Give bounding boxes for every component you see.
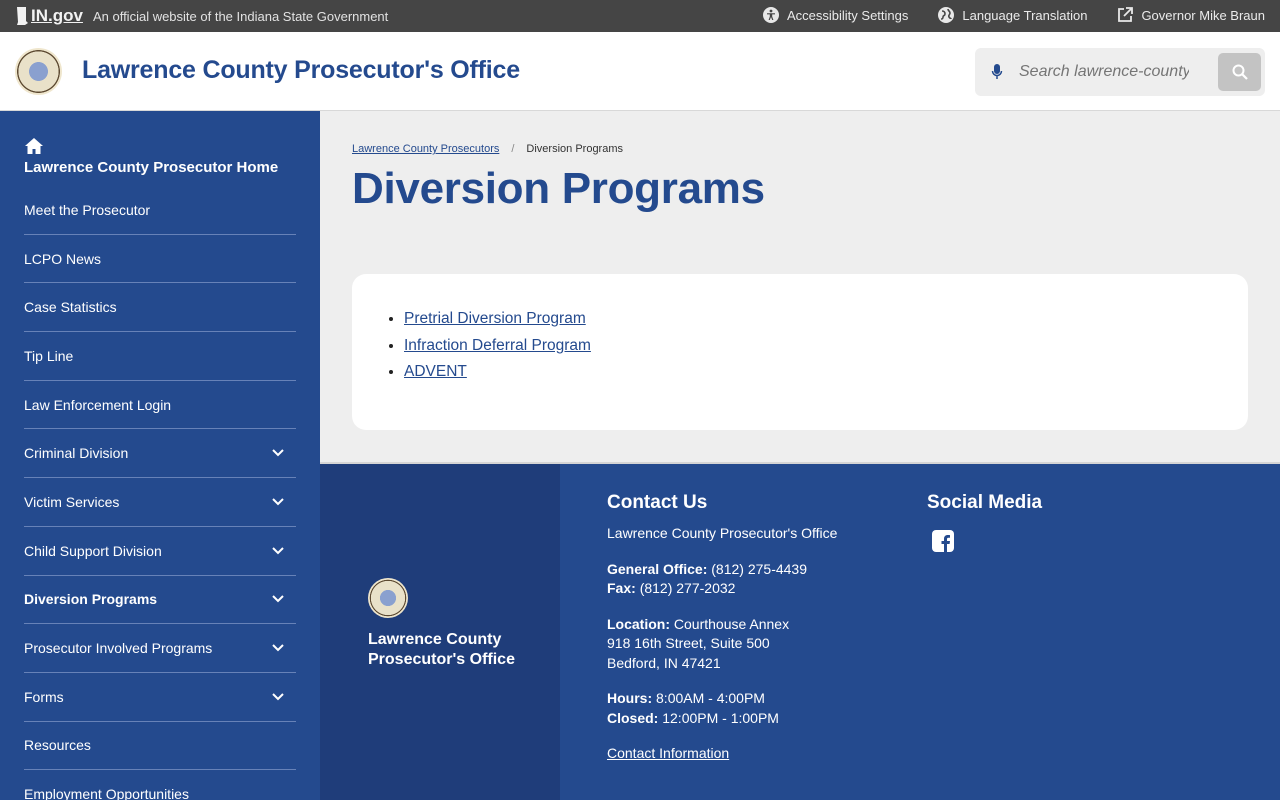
contact-details: Lawrence County Prosecutor's Office Gene… (607, 524, 837, 780)
indiana-state-icon (17, 7, 28, 25)
contact-hours: Hours: 8:00AM - 4:00PM Closed: 12:00PM -… (607, 689, 837, 728)
sidebar-item-criminal-division[interactable]: Criminal Division (24, 429, 296, 479)
site-header: Lawrence County Prosecutor's Office (0, 32, 1280, 111)
general-office-phone: (812) 275-4439 (711, 560, 808, 577)
contact-org: Lawrence County Prosecutor's Office (607, 525, 838, 541)
social-media-heading: Social Media (927, 492, 1043, 513)
hours-value: 8:00AM - 4:00PM (656, 690, 765, 706)
chevron-down-icon[interactable] (272, 449, 284, 457)
chevron-down-icon[interactable] (272, 595, 284, 603)
microphone-icon[interactable] (991, 63, 1003, 80)
sidebar-item-label: Child Support Division (24, 542, 162, 559)
closed-value: 12:00PM - 1:00PM (662, 709, 779, 726)
contact-information-link[interactable]: Contact Information (607, 745, 729, 761)
list-item: Pretrial Diversion Program (404, 306, 591, 333)
page-title: Diversion Programs (352, 164, 765, 213)
breadcrumb-separator: / (511, 143, 515, 155)
ingov-label: IN.gov (31, 6, 83, 25)
location-label: Location: (607, 615, 670, 632)
contact-phones: General Office: (812) 275-4439 Fax: (812… (607, 560, 837, 599)
general-office-label: General Office: (607, 560, 708, 577)
sidebar-item-forms[interactable]: Forms (24, 673, 296, 722)
footer-seal-logo (368, 578, 408, 618)
site-title[interactable]: Lawrence County Prosecutor's Office (82, 56, 520, 85)
sidebar-item-resources[interactable]: Resources (24, 722, 296, 771)
sidebar-item-label: Tip Line (24, 347, 74, 364)
contact-heading: Contact Us (607, 492, 708, 513)
sidebar-item-tip-line[interactable]: Tip Line (24, 332, 296, 381)
search-button[interactable] (1218, 53, 1261, 91)
state-topbar: IN.gov An official website of the Indian… (0, 0, 1280, 32)
fax-number: (812) 277-2032 (639, 580, 736, 596)
hours-label: Hours: (607, 690, 653, 706)
sidebar-home-link[interactable]: Lawrence County Prosecutor Home (24, 137, 304, 176)
sidebar-menu: Meet the Prosecutor LCPO News Case Stati… (24, 186, 296, 800)
governor-link[interactable]: Governor Mike Braun (1117, 7, 1265, 23)
accessibility-label: Accessibility Settings (787, 7, 909, 23)
sidebar-item-label: Criminal Division (24, 445, 129, 462)
language-label: Language Translation (962, 7, 1088, 23)
advent-link[interactable]: ADVENT (404, 363, 467, 380)
chevron-down-icon[interactable] (272, 644, 284, 652)
pretrial-diversion-link[interactable]: Pretrial Diversion Program (404, 310, 586, 327)
sidebar-item-law-enforcement-login[interactable]: Law Enforcement Login (24, 381, 296, 430)
topbar-links: Accessibility Settings Language Translat… (763, 7, 1265, 23)
search-input[interactable] (1019, 61, 1189, 83)
content-card: Pretrial Diversion Program Infraction De… (352, 274, 1248, 430)
sidebar-item-victim-services[interactable]: Victim Services (24, 478, 296, 527)
location-line3: Bedford, IN 47421 (607, 654, 721, 671)
program-links-list: Pretrial Diversion Program Infraction De… (404, 306, 591, 386)
external-link-icon (1118, 7, 1134, 22)
sidebar-item-label: Case Statistics (24, 299, 117, 316)
chevron-down-icon[interactable] (272, 693, 284, 701)
sidebar-item-label: Meet the Prosecutor (24, 201, 151, 218)
search-bar (975, 48, 1265, 96)
site-footer: Lawrence County Prosecutor's Office Cont… (320, 462, 1280, 800)
sidebar-item-employment-opportunities[interactable]: Employment Opportunities (24, 770, 296, 800)
fax-label: Fax: (607, 580, 636, 596)
list-item: Infraction Deferral Program (404, 333, 591, 360)
list-item: ADVENT (404, 359, 591, 386)
location-line1: Courthouse Annex (673, 615, 790, 632)
footer-org-name: Lawrence County Prosecutor's Office (368, 631, 515, 668)
search-icon (1232, 64, 1248, 80)
sidebar-nav: Lawrence County Prosecutor Home Meet the… (0, 111, 320, 800)
sidebar-item-lcpo-news[interactable]: LCPO News (24, 235, 296, 284)
accessibility-icon (763, 7, 779, 23)
county-seal-logo[interactable] (15, 48, 62, 95)
sidebar-item-label: Forms (24, 688, 64, 705)
sidebar-item-meet-the-prosecutor[interactable]: Meet the Prosecutor (24, 186, 296, 235)
accessibility-settings-link[interactable]: Accessibility Settings (763, 7, 908, 23)
sidebar-item-label: LCPO News (24, 250, 102, 267)
sidebar-item-label: Victim Services (24, 493, 120, 510)
closed-label: Closed: (607, 709, 659, 726)
location-line2: 918 16th Street, Suite 500 (607, 635, 770, 651)
breadcrumb-current: Diversion Programs (526, 143, 624, 155)
sidebar-item-label: Law Enforcement Login (24, 396, 172, 413)
sidebar-item-label: Prosecutor Involved Programs (24, 640, 213, 657)
home-icon (25, 138, 43, 154)
governor-label: Governor Mike Braun (1141, 7, 1265, 23)
language-translation-link[interactable]: Language Translation (938, 7, 1087, 23)
sidebar-home-label: Lawrence County Prosecutor Home (24, 159, 279, 176)
chevron-down-icon[interactable] (272, 546, 284, 555)
globe-icon (938, 7, 955, 23)
breadcrumb-parent-link[interactable]: Lawrence County Prosecutors (352, 143, 499, 155)
chevron-down-icon[interactable] (272, 498, 284, 506)
official-website-text: An official website of the Indiana State… (92, 8, 389, 24)
sidebar-item-prosecutor-involved-programs[interactable]: Prosecutor Involved Programs (24, 624, 296, 673)
sidebar-item-label: Resources (24, 737, 91, 754)
footer-branding: Lawrence County Prosecutor's Office (320, 464, 560, 800)
sidebar-item-case-statistics[interactable]: Case Statistics (24, 283, 296, 333)
infraction-deferral-link[interactable]: Infraction Deferral Program (404, 337, 591, 354)
sidebar-item-child-support-division[interactable]: Child Support Division (24, 527, 296, 576)
sidebar-item-label: Employment Opportunities (24, 786, 189, 800)
ingov-logo-link[interactable]: IN.gov (15, 6, 83, 26)
sidebar-item-label: Diversion Programs (24, 591, 158, 608)
facebook-icon[interactable] (932, 530, 954, 552)
ingov-brand: IN.gov An official website of the Indian… (15, 6, 388, 26)
breadcrumb: Lawrence County Prosecutors / Diversion … (352, 143, 623, 155)
sidebar-item-diversion-programs[interactable]: Diversion Programs (24, 576, 296, 625)
contact-location: Location: Courthouse Annex 918 16th Stre… (607, 615, 837, 674)
